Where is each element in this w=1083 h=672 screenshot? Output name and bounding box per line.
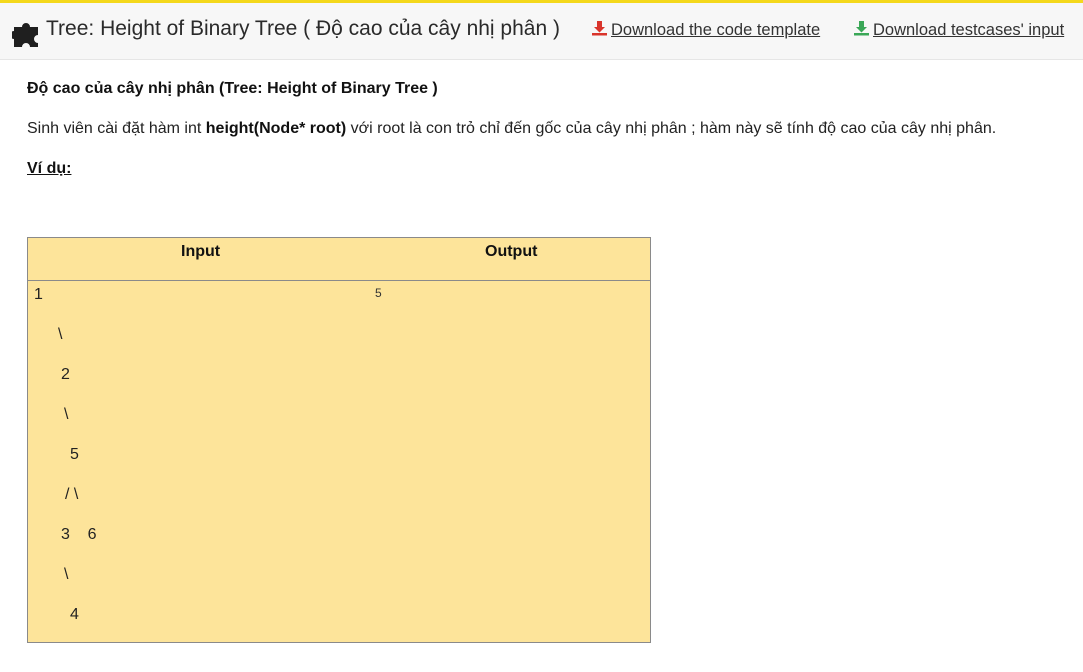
column-header-input: Input: [181, 243, 221, 260]
example-label: Ví dụ:: [27, 160, 72, 177]
description-suffix: với root là con trỏ chỉ đến gốc của cây …: [346, 120, 997, 137]
input-line: / \: [65, 486, 79, 503]
download-icon: [592, 21, 607, 36]
input-line: 3 6: [61, 526, 97, 543]
download-template-label: Download the code template: [611, 21, 821, 39]
input-line: \: [64, 406, 69, 423]
input-line: 1: [34, 286, 43, 303]
input-line: \: [58, 326, 63, 343]
input-line: 5: [70, 446, 79, 463]
example-table: Input Output 1 \ 2 \ 5 / \ 3 6 \ 4 5: [27, 237, 651, 643]
function-signature: height(Node* root): [205, 120, 347, 137]
description-prefix: Sinh viên cài đặt hàm int: [27, 120, 206, 137]
input-line: 2: [61, 366, 70, 383]
download-template-link[interactable]: Download the code template: [591, 20, 820, 40]
top-bar: Tree: Height of Binary Tree ( Độ cao của…: [0, 0, 1083, 60]
column-header-output: Output: [485, 243, 538, 260]
table-header: Input Output: [28, 238, 650, 281]
download-testcases-link[interactable]: Download testcases' input: [853, 20, 1064, 40]
download-icon: [854, 21, 869, 36]
input-line: 4: [70, 606, 79, 623]
page-title: Tree: Height of Binary Tree ( Độ cao của…: [46, 17, 560, 40]
input-line: \: [64, 566, 69, 583]
output-value: 5: [375, 286, 382, 300]
problem-heading: Độ cao của cây nhị phân (Tree: Height of…: [27, 80, 438, 97]
puzzle-piece-icon: [12, 23, 38, 47]
problem-description: Sinh viên cài đặt hàm int height(Node* r…: [27, 120, 996, 138]
download-testcases-label: Download testcases' input: [873, 21, 1065, 39]
